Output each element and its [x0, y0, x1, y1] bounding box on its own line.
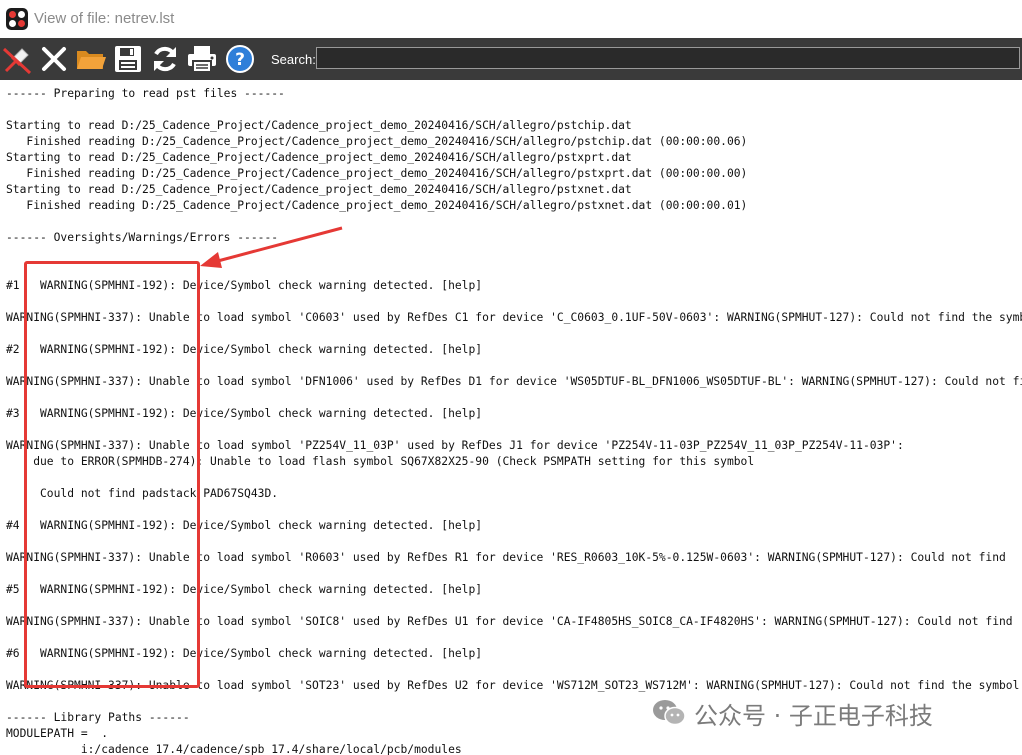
annotation-highlight-box	[24, 261, 200, 688]
save-icon	[115, 46, 141, 72]
help-icon: ?	[226, 45, 254, 73]
folder-open-icon	[77, 51, 106, 69]
search-input[interactable]	[316, 47, 1020, 69]
pin-button[interactable]	[1, 41, 35, 77]
log-line: ------ Oversights/Warnings/Errors ------	[6, 231, 279, 244]
print-icon	[188, 46, 216, 73]
log-line: Finished reading D:/25_Cadence_Project/C…	[6, 199, 748, 212]
log-line: Starting to read D:/25_Cadence_Project/C…	[6, 183, 632, 196]
log-line: Finished reading D:/25_Cadence_Project/C…	[6, 167, 748, 180]
watermark-text: 公众号 · 子正电子科技	[694, 701, 933, 730]
log-line: Starting to read D:/25_Cadence_Project/C…	[6, 151, 632, 164]
window-title: View of file: netrev.lst	[34, 10, 175, 27]
log-line: MODULEPATH = .	[6, 727, 109, 740]
search-label: Search:	[271, 52, 316, 67]
wechat-icon	[652, 698, 686, 728]
save-button[interactable]	[111, 41, 145, 77]
log-line: i:/cadence_17.4/cadence/spb_17.4/share/l…	[6, 743, 462, 755]
log-line: ------ Preparing to read pst files -----…	[6, 87, 285, 100]
watermark: 公众号 · 子正电子科技	[652, 696, 933, 730]
app-logo-icon	[6, 8, 28, 30]
log-line: ------ Library Paths ------	[6, 711, 190, 724]
refresh-button[interactable]	[148, 41, 182, 77]
refresh-icon	[154, 46, 176, 72]
title-bar: View of file: netrev.lst	[0, 0, 1022, 39]
pin-icon	[2, 47, 32, 75]
print-button[interactable]	[185, 41, 219, 77]
svg-text:?: ?	[235, 50, 245, 70]
toolbar: ? Search:	[0, 38, 1022, 80]
log-line: Finished reading D:/25_Cadence_Project/C…	[6, 135, 748, 148]
close-button[interactable]	[37, 41, 71, 77]
help-button[interactable]: ?	[223, 41, 257, 77]
close-icon	[42, 47, 66, 71]
log-line: Starting to read D:/25_Cadence_Project/C…	[6, 119, 632, 132]
open-file-button[interactable]	[74, 41, 108, 77]
